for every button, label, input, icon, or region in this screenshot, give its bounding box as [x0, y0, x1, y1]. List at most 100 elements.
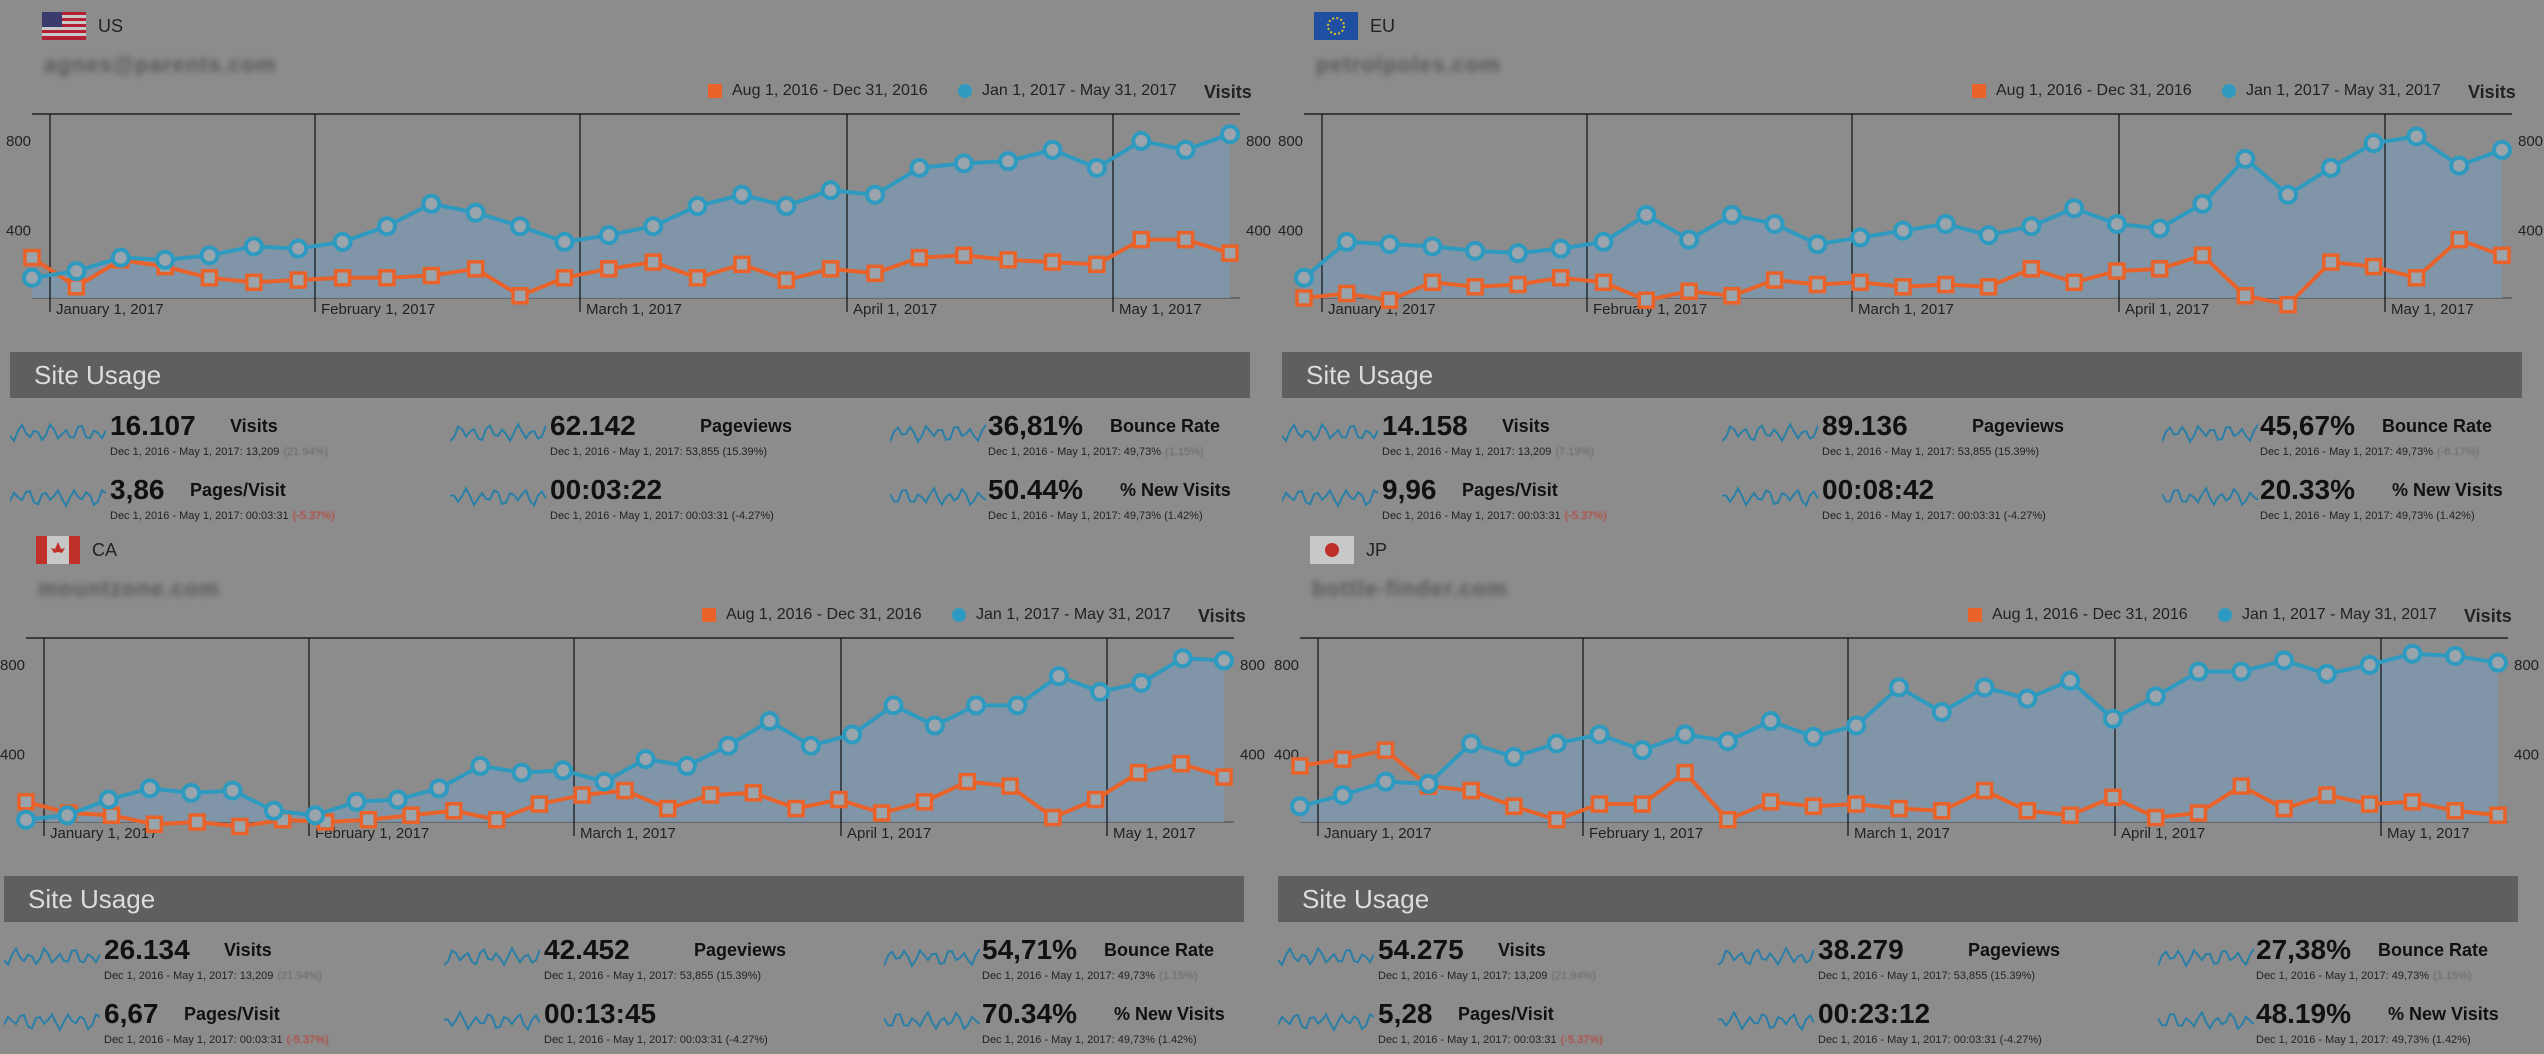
circle-marker-icon [958, 84, 972, 98]
data-point-jan-may-2017 [243, 236, 264, 257]
legend-label: Jan 1, 2017 - May 31, 2017 [982, 82, 1177, 99]
data-point-jan-may-2017 [1974, 677, 1995, 698]
data-point-aug-dec-2016 [245, 273, 263, 292]
data-point-aug-dec-2016 [866, 264, 884, 283]
metric-cell[interactable]: 42.452 Pageviews Dec 1, 2016 - May 1, 2017… [444, 934, 874, 990]
metric-label: Pageviews [1972, 416, 2065, 436]
data-point-jan-may-2017 [1589, 724, 1610, 745]
sparkline-icon [884, 948, 980, 968]
metric-cell[interactable]: 54,71% Bounce Rate Dec 1, 2016 - May 1, 20… [884, 934, 1314, 990]
metric-cell[interactable]: 00:23:12 Dec 1, 2016 - May 1, 2017: 00:03… [1718, 998, 2148, 1054]
data-point-aug-dec-2016 [1975, 781, 1994, 800]
metric-cell[interactable]: 89.136 Pageviews Dec 1, 2016 - May 1, 2017… [1722, 410, 2152, 466]
metric-cell[interactable]: 45,67% Bounce Rate Dec 1, 2016 - May 1, 20… [2162, 410, 2544, 466]
metric-change: (-5.37%) [292, 510, 335, 522]
data-point-jan-may-2017 [2274, 650, 2295, 671]
metric-value: 16.107 [110, 410, 196, 441]
metric-comparison-text: Dec 1, 2016 - May 1, 2017: 00:03:31 (-4.… [1822, 510, 2046, 522]
metric-cell[interactable]: 14.158 Visits Dec 1, 2016 - May 1, 2017: 1… [1282, 410, 1712, 466]
metric-label: Pageviews [694, 940, 787, 960]
metric-comparison-text: Dec 1, 2016 - May 1, 2017: 53,855 (15.39… [1818, 970, 2036, 982]
legend-label: Aug 1, 2016 - Dec 31, 2016 [1996, 82, 2192, 99]
y-tick-label-left: 400 [1278, 223, 1303, 240]
metric-cell[interactable]: 16.107 Visits Dec 1, 2016 - May 1, 2017: 1… [10, 410, 440, 466]
data-point-aug-dec-2016 [2061, 806, 2079, 825]
data-point-jan-may-2017 [2102, 708, 2123, 729]
metric-cell[interactable]: 62.142 Pageviews Dec 1, 2016 - May 1, 2017… [450, 410, 880, 466]
y-tick-label-right: 400 [2514, 747, 2539, 764]
metric-cell[interactable]: 70.34% % New Visits Dec 1, 2016 - May 1, 2… [884, 998, 1314, 1054]
data-point-jan-may-2017 [510, 216, 531, 237]
data-point-jan-may-2017 [2064, 198, 2085, 219]
metric-cell[interactable]: 00:08:42 Dec 1, 2016 - May 1, 2017: 00:03… [1722, 474, 2152, 530]
metric-comparison: Dec 1, 2016 - May 1, 2017: 00:03:31 (-5.3… [1382, 510, 1607, 522]
metric-comparison-text: Dec 1, 2016 - May 1, 2017: 49,73% (1.42%… [2256, 1034, 2471, 1046]
data-point-jan-may-2017 [1294, 267, 1314, 288]
sparkline-icon [1278, 1012, 1374, 1033]
x-tick-label: February 1, 2017 [1589, 825, 1703, 842]
metric-cell[interactable]: 38.279 Pageviews Dec 1, 2016 - May 1, 2017… [1718, 934, 2148, 990]
metric-cell[interactable]: 36,81% Bounce Rate Dec 1, 2016 - May 1, 20… [890, 410, 1320, 466]
data-point-jan-may-2017 [2320, 157, 2341, 178]
metric-comparison-text: Dec 1, 2016 - May 1, 2017: 13,209 [1378, 970, 1548, 982]
metric-cell[interactable]: 5,28 Pages/Visit Dec 1, 2016 - May 1, 2017… [1278, 998, 1708, 1054]
legend-label: Jan 1, 2017 - May 31, 2017 [2246, 82, 2441, 99]
metric-value: 14.158 [1382, 410, 1468, 441]
metric-value: 70.34% [982, 998, 1077, 1029]
metric-cell[interactable]: 3,86 Pages/Visit Dec 1, 2016 - May 1, 2017… [10, 474, 440, 530]
data-point-jan-may-2017 [953, 153, 974, 174]
metric-cell[interactable]: 9,96 Pages/Visit Dec 1, 2016 - May 1, 2017… [1282, 474, 1712, 530]
metric-comparison-text: Dec 1, 2016 - May 1, 2017: 49,73% [2260, 446, 2434, 458]
data-point-jan-may-2017 [22, 267, 42, 288]
data-point-jan-may-2017 [2021, 216, 2042, 237]
metric-label: Visits [230, 416, 278, 436]
data-point-jan-may-2017 [2449, 155, 2470, 176]
metric-label: Bounce Rate [1110, 416, 1221, 436]
data-point-aug-dec-2016 [2232, 777, 2251, 795]
data-point-jan-may-2017 [1172, 648, 1193, 669]
data-point-aug-dec-2016 [688, 269, 707, 287]
domain-name: petrolpoles.com [1316, 52, 1501, 77]
data-point-jan-may-2017 [594, 771, 615, 792]
metric-comparison: Dec 1, 2016 - May 1, 2017: 49,73% (1.15%) [2256, 970, 2472, 982]
data-point-aug-dec-2016 [787, 799, 805, 818]
metric-value: 6,67 [104, 998, 159, 1029]
metric-cell[interactable]: 27,38% Bounce Rate Dec 1, 2016 - May 1, 20… [2158, 934, 2544, 990]
metric-cell[interactable]: 26.134 Visits Dec 1, 2016 - May 1, 2017: 1… [4, 934, 434, 990]
metric-label: Visits [1498, 940, 1546, 960]
square-marker-icon [708, 84, 722, 98]
metric-comparison: Dec 1, 2016 - May 1, 2017: 49,73% (1.42%… [982, 1034, 1197, 1046]
data-point-aug-dec-2016 [910, 248, 929, 267]
x-tick-label: March 1, 2017 [580, 825, 676, 842]
data-point-aug-dec-2016 [1129, 763, 1148, 782]
data-point-jan-may-2017 [57, 805, 78, 826]
data-point-jan-may-2017 [1850, 227, 1871, 248]
metric-cell[interactable]: 48.19% % New Visits Dec 1, 2016 - May 1, 2… [2158, 998, 2544, 1054]
y-tick-label-left: 800 [0, 657, 25, 674]
data-point-jan-may-2017 [465, 202, 486, 223]
metric-cell[interactable]: 00:13:45 Dec 1, 2016 - May 1, 2017: 00:03… [444, 998, 874, 1054]
metric-cell[interactable]: 20.33% % New Visits Dec 1, 2016 - May 1, 2… [2162, 474, 2544, 530]
data-point-aug-dec-2016 [616, 781, 634, 800]
data-point-jan-may-2017 [387, 789, 408, 810]
data-point-jan-may-2017 [1846, 715, 1867, 736]
sparkline-icon [1722, 422, 1818, 443]
data-point-aug-dec-2016 [1043, 253, 1062, 271]
x-tick-label: April 1, 2017 [853, 301, 937, 318]
visits-line-chart: 400 400800 800January 1, 2017 February 1, 2… [0, 637, 1265, 842]
data-point-jan-may-2017 [731, 184, 752, 205]
data-point-aug-dec-2016 [1215, 768, 1233, 786]
metric-cell[interactable]: 50.44% % New Visits Dec 1, 2016 - May 1, 2… [890, 474, 1320, 530]
x-tick-label: January 1, 2017 [56, 301, 164, 318]
data-point-jan-may-2017 [2363, 133, 2384, 154]
metric-change: (7.19%) [1555, 446, 1594, 458]
data-point-jan-may-2017 [66, 261, 87, 282]
metric-cell[interactable]: 54.275 Visits Dec 1, 2016 - May 1, 2017: 1… [1278, 934, 1708, 990]
data-point-aug-dec-2016 [958, 772, 977, 791]
metric-cell[interactable]: 00:03:22 Dec 1, 2016 - May 1, 2017: 00:03… [450, 474, 880, 530]
metric-cell[interactable]: 6,67 Pages/Visit Dec 1, 2016 - May 1, 2017… [4, 998, 434, 1054]
metric-label: Pages/Visit [1462, 480, 1558, 500]
dashboard-panel-us: US agnes@parents.com Aug 1, 2016 - Dec 3… [6, 0, 1271, 524]
y-tick-label-left: 400 [6, 223, 31, 240]
metric-value: 5,28 [1378, 998, 1433, 1029]
